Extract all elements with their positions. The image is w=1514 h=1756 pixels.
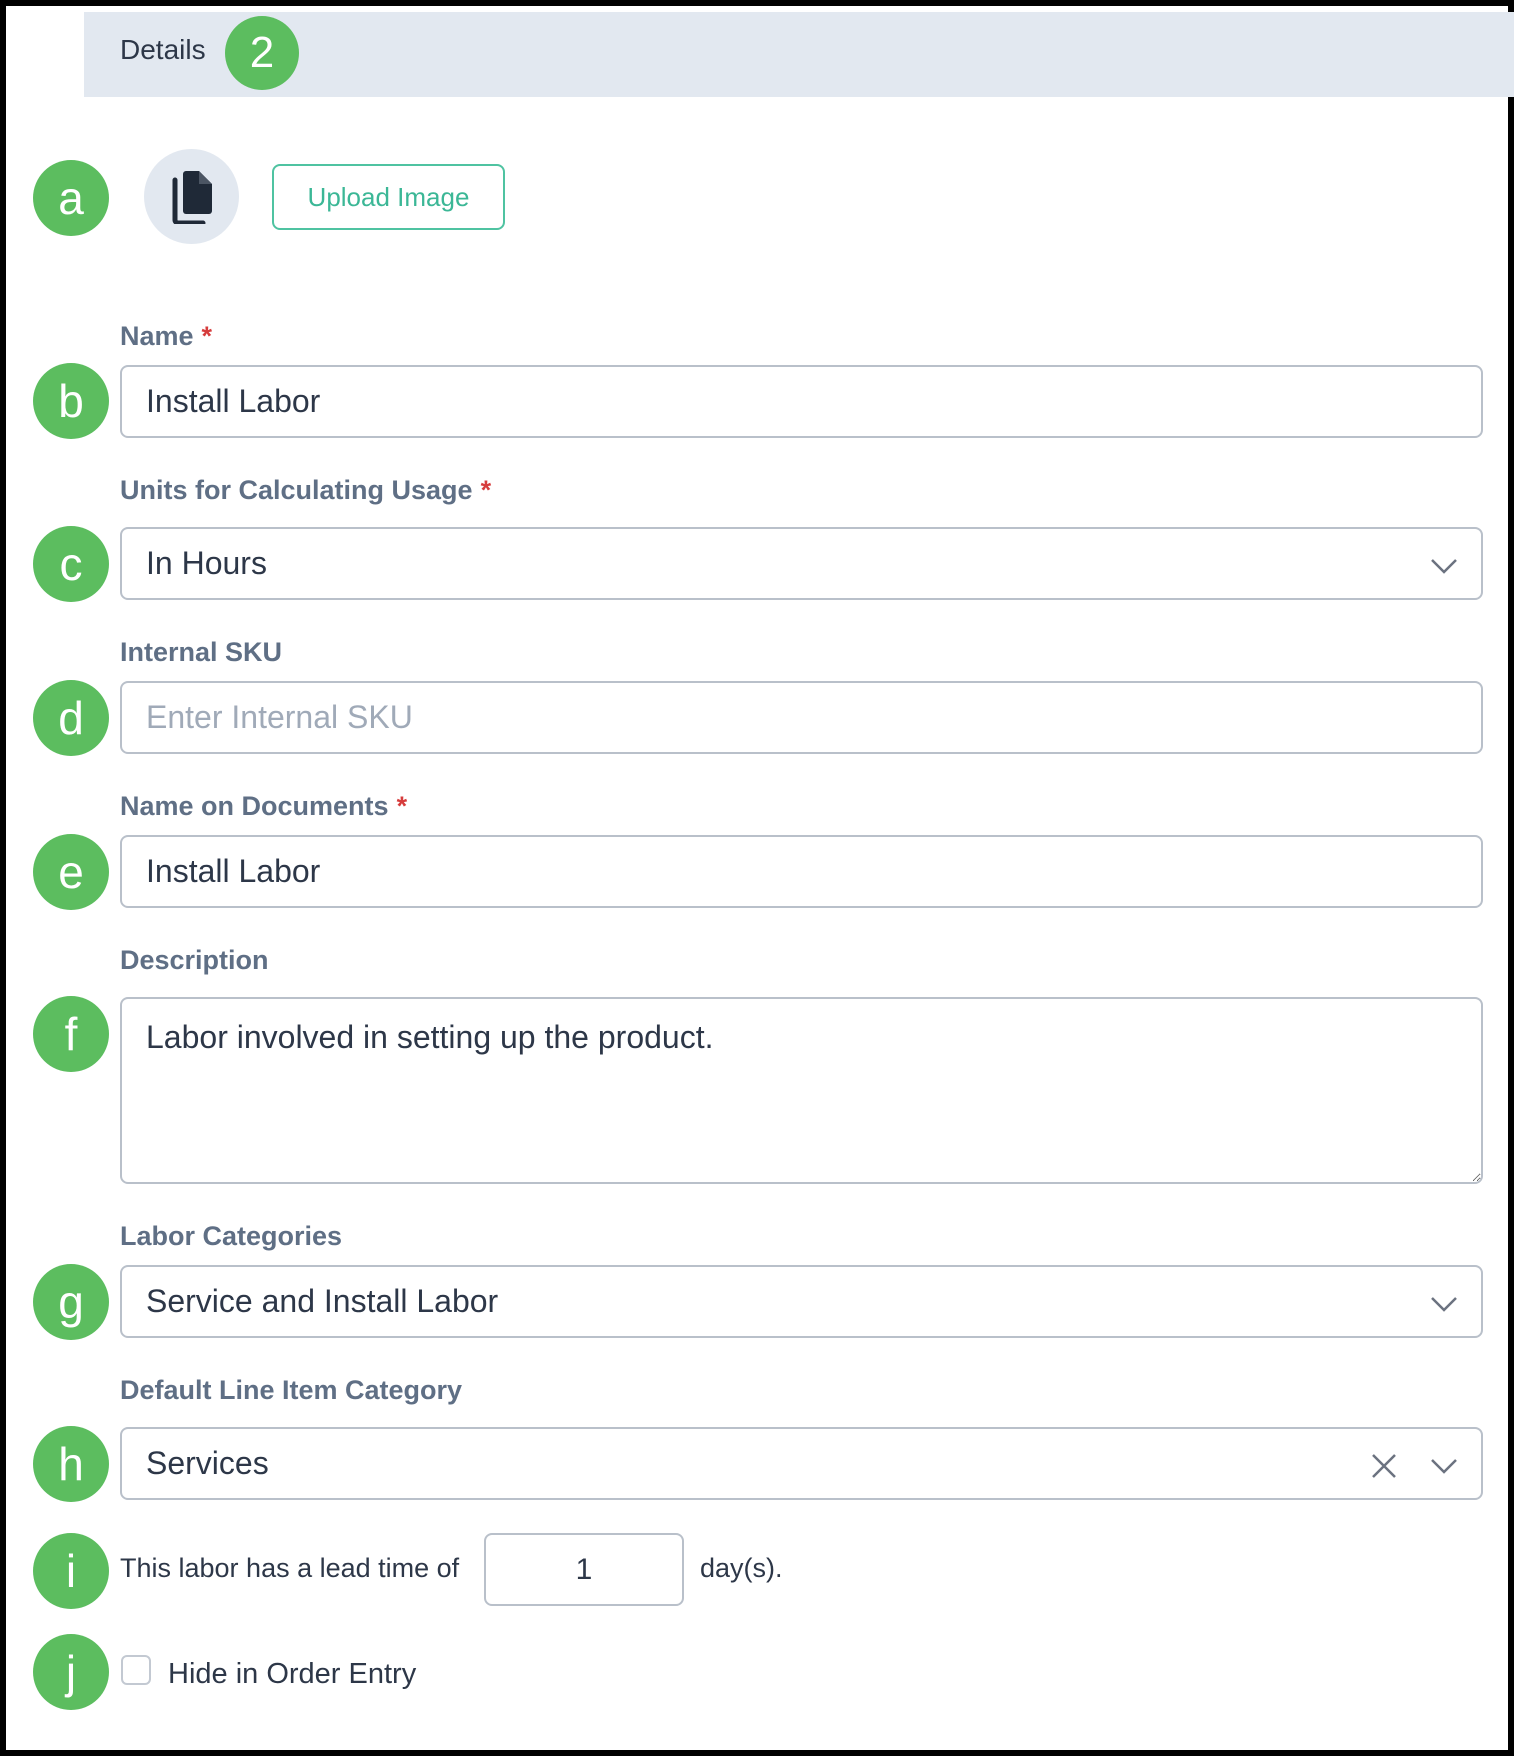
callout-badge-i: i [33, 1533, 109, 1609]
chevron-down-icon [1431, 1459, 1457, 1474]
callout-badge-f: f [33, 996, 109, 1072]
step-badge: 2 [225, 16, 299, 90]
labor-categories-select[interactable]: Service and Install Labor [120, 1265, 1483, 1338]
callout-badge-g: g [33, 1264, 109, 1340]
name-label: Name * [120, 321, 213, 351]
default-line-item-category-label: Default Line Item Category [120, 1375, 463, 1405]
description-textarea[interactable]: Labor involved in setting up the product… [120, 997, 1483, 1184]
labor-categories-label: Labor Categories [120, 1221, 343, 1251]
callout-badge-h: h [33, 1426, 109, 1502]
default-line-item-category-select[interactable]: Services [120, 1427, 1483, 1500]
hide-in-order-entry-label[interactable]: Hide in Order Entry [168, 1658, 416, 1691]
upload-image-button[interactable]: Upload Image [272, 164, 505, 230]
chevron-down-icon [1431, 1297, 1457, 1312]
description-label: Description [120, 945, 269, 975]
units-select-value: In Hours [146, 545, 267, 581]
required-mark: * [396, 791, 408, 821]
lead-time-suffix: day(s). [700, 1553, 783, 1583]
name-input[interactable] [120, 365, 1483, 438]
callout-badge-d: d [33, 680, 109, 756]
sku-label: Internal SKU [120, 637, 283, 667]
section-title: Details [120, 34, 206, 65]
labor-categories-select-value: Service and Install Labor [146, 1283, 499, 1319]
hide-in-order-entry-checkbox[interactable] [121, 1655, 151, 1685]
default-line-item-category-select-value: Services [146, 1445, 269, 1481]
callout-badge-j: j [33, 1634, 109, 1710]
image-placeholder [144, 149, 239, 244]
lead-time-prefix: This labor has a lead time of [120, 1553, 460, 1583]
name-on-documents-label: Name on Documents * [120, 791, 408, 821]
callout-badge-e: e [33, 834, 109, 910]
callout-badge-b: b [33, 363, 109, 439]
clear-icon[interactable] [1369, 1451, 1399, 1481]
copy-document-icon [172, 170, 212, 224]
callout-badge-a: a [33, 160, 109, 236]
required-mark: * [480, 475, 492, 505]
units-select[interactable]: In Hours [120, 527, 1483, 600]
chevron-down-icon [1431, 559, 1457, 574]
units-label: Units for Calculating Usage * [120, 475, 492, 505]
lead-time-input[interactable] [484, 1533, 684, 1606]
sku-input[interactable] [120, 681, 1483, 754]
details-panel: Details 2 a Upload Image Name* b Units f… [0, 0, 1514, 1756]
name-on-documents-input[interactable] [120, 835, 1483, 908]
required-mark: * [201, 321, 213, 351]
callout-badge-c: c [33, 526, 109, 602]
